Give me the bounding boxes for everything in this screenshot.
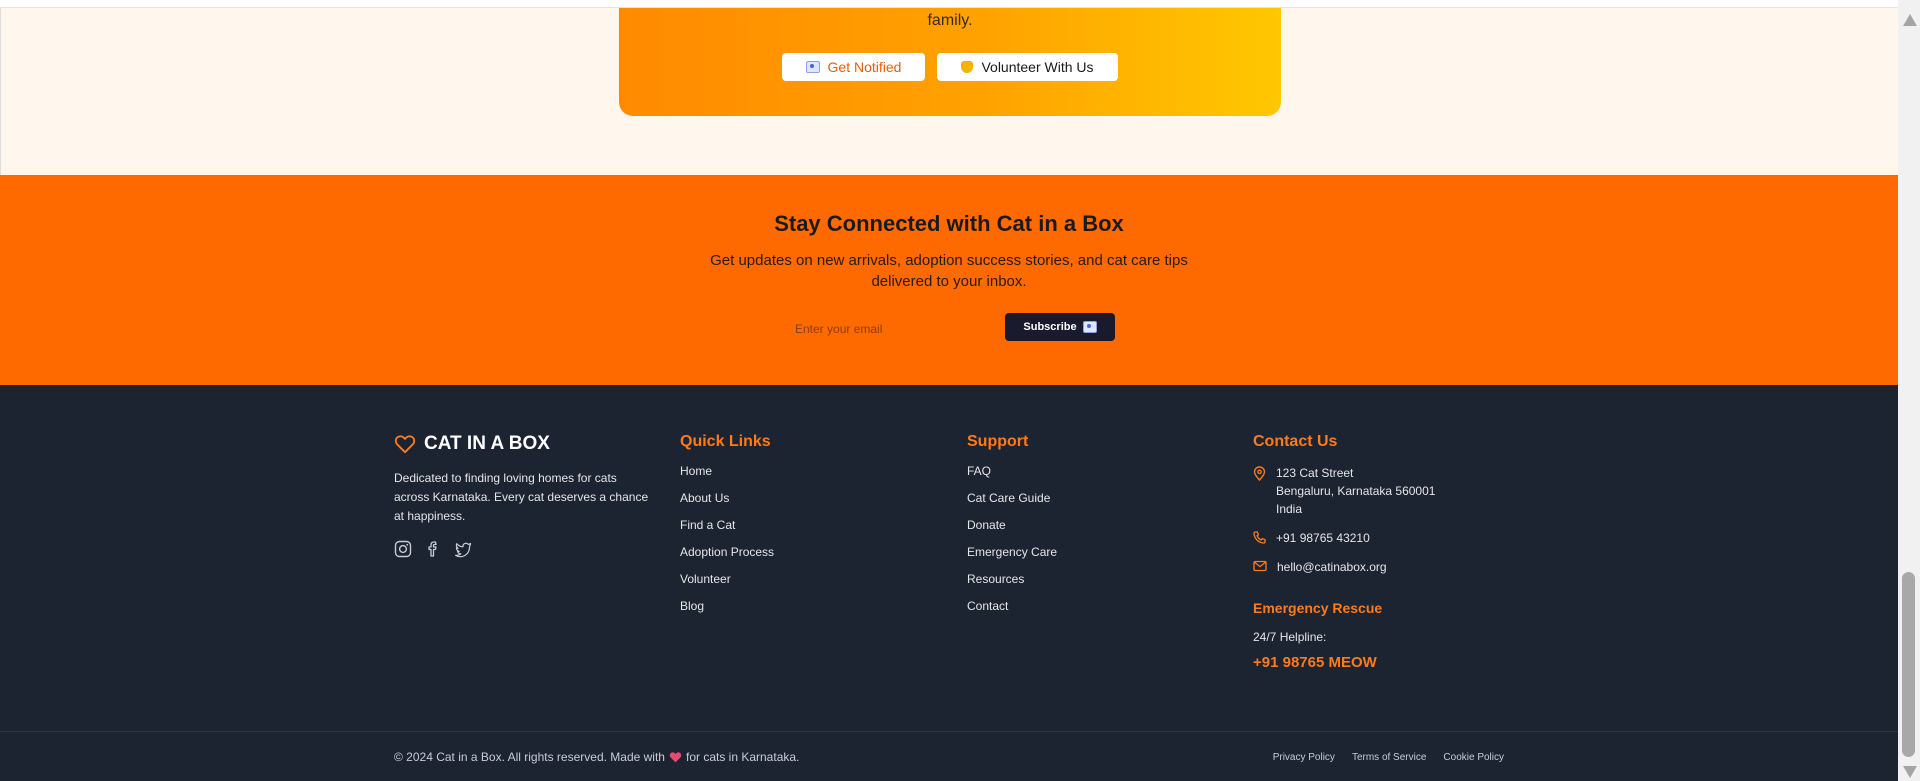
support-link-donate[interactable]: Donate	[967, 518, 1057, 545]
address-line-1: 123 Cat Street	[1276, 466, 1354, 480]
emergency-label: 24/7 Helpline:	[1253, 630, 1327, 644]
support-links-list: FAQ Cat Care Guide Donate Emergency Care…	[967, 464, 1057, 626]
support-title: Support	[967, 433, 1029, 450]
quick-link-volunteer[interactable]: Volunteer	[680, 572, 774, 599]
contact-title: Contact Us	[1253, 433, 1338, 450]
support-link-contact[interactable]: Contact	[967, 599, 1057, 626]
quick-link-about[interactable]: About Us	[680, 491, 774, 518]
social-links	[394, 540, 650, 558]
mail-icon	[1253, 560, 1267, 572]
footer-brand[interactable]: CAT IN A BOX	[394, 433, 650, 455]
email-input[interactable]	[786, 313, 1002, 345]
address-line-3: India	[1276, 502, 1303, 516]
footer-brand-column: CAT IN A BOX Dedicated to finding loving…	[394, 433, 650, 558]
contact-address: 123 Cat Street Bengaluru, Karnataka 5600…	[1253, 464, 1435, 518]
copyright-text-post: for cats in Karnataka.	[685, 750, 800, 764]
copyright-text-pre: © 2024 Cat in a Box. All rights reserved…	[394, 750, 665, 764]
brand-name: CAT IN A BOX	[424, 433, 550, 454]
newsletter-subtitle: Get updates on new arrivals, adoption su…	[710, 252, 1188, 290]
brand-description: Dedicated to finding loving homes for ca…	[394, 471, 649, 523]
phone-icon	[1253, 531, 1266, 544]
hero-text: family.	[927, 12, 973, 29]
scroll-up-arrow-icon[interactable]	[1903, 14, 1917, 26]
subscribe-label: Subscribe	[1023, 321, 1077, 333]
get-notified-button[interactable]: Get Notified	[782, 53, 925, 81]
support-link-cat-care-guide[interactable]: Cat Care Guide	[967, 491, 1057, 518]
shield-icon	[961, 61, 974, 73]
support-link-resources[interactable]: Resources	[967, 572, 1057, 599]
terms-of-service-link[interactable]: Terms of Service	[1352, 752, 1426, 763]
contact-column: Contact Us 123 Cat Street Bengaluru, Kar…	[1253, 433, 1435, 671]
emergency-phone[interactable]: +91 98765 MEOW	[1253, 654, 1435, 671]
volunteer-label: Volunteer With Us	[981, 59, 1094, 75]
hero-buttons: Get Notified Volunteer With Us	[619, 53, 1281, 81]
subscribe-button[interactable]: Subscribe	[1005, 313, 1115, 341]
map-pin-icon	[1253, 466, 1266, 481]
contact-email[interactable]: hello@catinabox.org	[1253, 558, 1435, 576]
heart-icon	[394, 435, 416, 454]
quick-link-adoption-process[interactable]: Adoption Process	[680, 545, 774, 572]
envelope-icon	[1082, 321, 1097, 333]
phone-number: +91 98765 43210	[1276, 531, 1370, 545]
quick-links-column: Quick Links Home About Us Find a Cat Ado…	[680, 433, 774, 626]
twitter-icon[interactable]	[454, 540, 472, 558]
quick-link-find-cat[interactable]: Find a Cat	[680, 518, 774, 545]
quick-link-home[interactable]: Home	[680, 464, 774, 491]
quick-links-title: Quick Links	[680, 433, 771, 450]
address-line-2: Bengaluru, Karnataka 560001	[1276, 484, 1436, 498]
instagram-icon[interactable]	[394, 540, 412, 558]
newsletter-title: Stay Connected with Cat in a Box	[774, 211, 1124, 236]
hero-cta-card: family. Get Notified Volunteer With Us	[619, 8, 1281, 116]
volunteer-button[interactable]: Volunteer With Us	[937, 53, 1118, 81]
cookie-policy-link[interactable]: Cookie Policy	[1443, 752, 1504, 763]
newsletter-section: Stay Connected with Cat in a Box Get upd…	[0, 175, 1898, 385]
envelope-icon	[805, 61, 820, 73]
newsletter-form: Subscribe	[786, 313, 1116, 345]
email-address: hello@catinabox.org	[1277, 560, 1387, 574]
privacy-policy-link[interactable]: Privacy Policy	[1273, 752, 1335, 763]
quick-links-list: Home About Us Find a Cat Adoption Proces…	[680, 464, 774, 626]
top-edge	[0, 0, 1898, 8]
quick-link-blog[interactable]: Blog	[680, 599, 774, 626]
support-link-faq[interactable]: FAQ	[967, 464, 1057, 491]
heart-icon	[669, 752, 682, 763]
get-notified-label: Get Notified	[827, 59, 902, 75]
legal-links: Privacy Policy Terms of Service Cookie P…	[1273, 752, 1504, 763]
support-column: Support FAQ Cat Care Guide Donate Emerge…	[967, 433, 1057, 626]
hero-section: family. Get Notified Volunteer With Us	[0, 8, 1899, 175]
footer-divider	[0, 731, 1898, 732]
support-link-emergency-care[interactable]: Emergency Care	[967, 545, 1057, 572]
scroll-down-arrow-icon[interactable]	[1903, 766, 1917, 778]
copyright: © 2024 Cat in a Box. All rights reserved…	[394, 750, 799, 764]
emergency-title: Emergency Rescue	[1253, 600, 1383, 616]
facebook-icon[interactable]	[424, 540, 442, 558]
contact-phone[interactable]: +91 98765 43210	[1253, 529, 1435, 547]
scrollbar-thumb[interactable]	[1902, 572, 1915, 757]
site-footer: CAT IN A BOX Dedicated to finding loving…	[0, 385, 1898, 781]
page-scrollbar[interactable]	[1898, 0, 1920, 781]
